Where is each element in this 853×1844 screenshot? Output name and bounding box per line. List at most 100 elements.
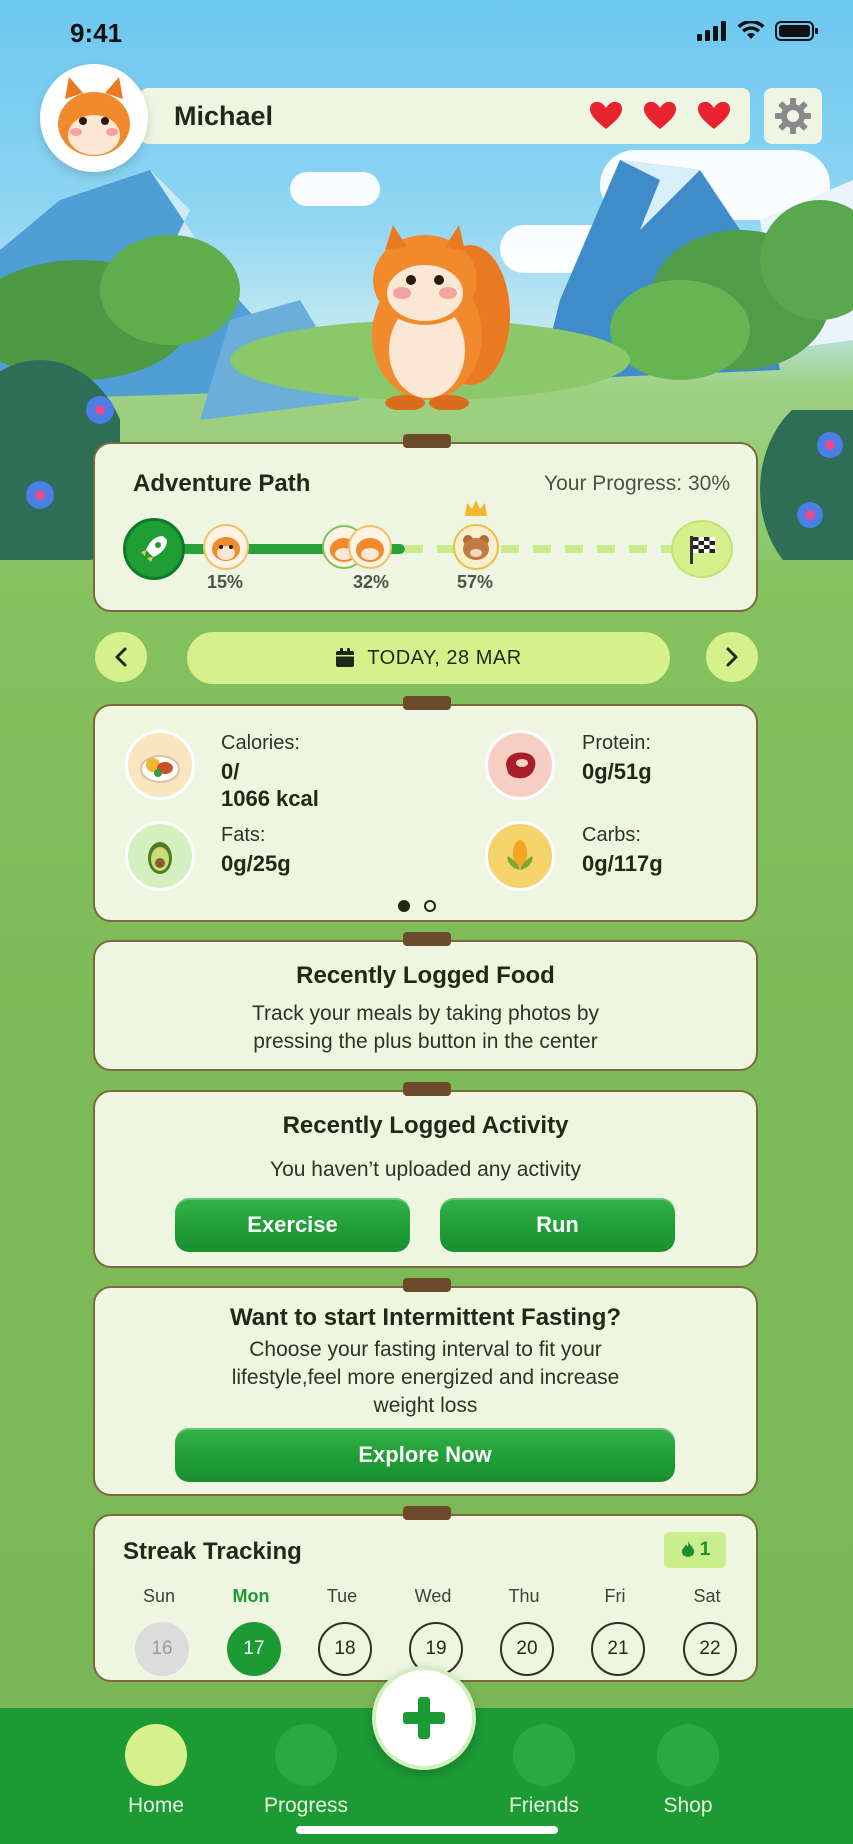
milestone-label-2: 32%: [353, 572, 390, 592]
exercise-button[interactable]: Exercise: [175, 1198, 410, 1252]
streak-day-future[interactable]: 18: [318, 1622, 372, 1676]
fasting-line3: weight loss: [373, 1394, 478, 1417]
run-button[interactable]: Run: [440, 1198, 675, 1252]
flame-icon: [681, 1541, 694, 1557]
date-selector[interactable]: TODAY, 28 MAR: [187, 632, 670, 684]
next-day-button[interactable]: [706, 632, 758, 682]
protein-value: 0g/51g: [582, 759, 652, 784]
nav-friends-label: Friends: [508, 1794, 580, 1817]
fasting-line1: Choose your fasting interval to fit your: [249, 1338, 602, 1361]
squirrel-mascot-icon: [372, 225, 510, 410]
protein-icon: [485, 730, 555, 800]
heart-icon: [698, 102, 730, 129]
date-label: TODAY, 28 MAR: [367, 646, 522, 669]
checkered-flag-icon: [690, 536, 715, 564]
milestone-node-3[interactable]: [453, 524, 499, 570]
heart-icon: [644, 102, 676, 129]
milestone-node-2[interactable]: [321, 524, 393, 570]
status-time: 9:41: [70, 18, 123, 48]
recent-activity-message: You haven’t uploaded any activity: [270, 1158, 581, 1181]
nav-shop[interactable]: Shop: [638, 1724, 738, 1818]
fasting-line2: lifestyle,feel more energized and increa…: [231, 1366, 620, 1389]
recent-activity-card[interactable]: Recently Logged Activity You haven’t upl…: [93, 1082, 758, 1268]
nutrition-summary-card[interactable]: Calories: 0/ 1066 kcal Protein: 0g/51g F…: [93, 696, 758, 922]
milestone-label-1: 15%: [207, 572, 244, 592]
shop-icon: [657, 1724, 719, 1786]
streak-day-active[interactable]: 17: [227, 1622, 281, 1676]
nav-home-label: Home: [127, 1794, 185, 1817]
calories-label: Calories:: [221, 732, 300, 754]
fasting-card[interactable]: Want to start Intermittent Fasting? Choo…: [93, 1278, 758, 1496]
streak-day-name: Sat: [693, 1586, 721, 1606]
streak-day-future[interactable]: 20: [500, 1622, 554, 1676]
streak-day-name: Mon: [232, 1586, 270, 1606]
avatar[interactable]: [40, 64, 148, 172]
squirrel-face-icon: [212, 537, 240, 561]
streak-title: Streak Tracking: [123, 1538, 302, 1565]
lives-indicator: [590, 102, 730, 130]
page-dot-inactive[interactable]: [424, 900, 436, 912]
card-tab: [403, 932, 451, 946]
plus-icon: [403, 1697, 445, 1739]
recent-food-line1: Track your meals by taking photos by: [251, 1002, 600, 1025]
adventure-path-title: Adventure Path: [133, 470, 311, 497]
path-start-node[interactable]: [123, 518, 185, 580]
settings-button[interactable]: [764, 88, 822, 144]
fats-value: 0g/25g: [221, 851, 291, 876]
explore-now-button[interactable]: Explore Now: [175, 1428, 675, 1482]
streak-day-name: Fri: [604, 1586, 626, 1606]
fasting-title: Want to start Intermittent Fasting?: [229, 1304, 622, 1331]
status-icons: [697, 20, 819, 42]
carbs-value: 0g/117g: [582, 851, 663, 876]
nav-home[interactable]: Home: [106, 1724, 206, 1818]
card-tab: [403, 1278, 451, 1292]
chevron-left-icon: [115, 647, 127, 667]
squirrel-avatar-icon: [45, 69, 143, 167]
bear-face-icon: [463, 535, 489, 560]
recent-food-title: Recently Logged Food: [296, 962, 555, 989]
profile-bar[interactable]: Michael: [140, 88, 750, 144]
card-tab: [403, 1082, 451, 1096]
protein-label: Protein:: [582, 732, 651, 754]
path-remaining-line: [405, 545, 705, 553]
milestone-node-1[interactable]: [203, 524, 249, 570]
nav-shop-label: Shop: [663, 1794, 713, 1817]
page-dot-active[interactable]: [398, 900, 410, 912]
recent-food-card[interactable]: Recently Logged Food Track your meals by…: [93, 932, 758, 1071]
squirrel-pair-icon: [322, 525, 392, 569]
streak-day-name: Wed: [414, 1586, 452, 1606]
home-icon: [125, 1724, 187, 1786]
crown-icon: [465, 500, 487, 516]
streak-day-future[interactable]: 21: [591, 1622, 645, 1676]
status-bar: 9:41: [0, 0, 853, 66]
path-finish-node[interactable]: [671, 520, 733, 578]
calories-value-line1: 0/: [221, 759, 240, 784]
carbs-label: Carbs:: [582, 824, 641, 846]
fats-label: Fats:: [221, 824, 266, 846]
streak-day-future[interactable]: 22: [683, 1622, 737, 1676]
calories-value-line2: 1066 kcal: [221, 786, 319, 811]
card-tab: [403, 434, 451, 448]
heart-icon: [590, 102, 622, 129]
add-food-button[interactable]: [372, 1666, 476, 1770]
gear-icon: [775, 98, 811, 134]
streak-day-name: Tue: [326, 1586, 358, 1606]
streak-day-past[interactable]: 16: [135, 1622, 189, 1676]
nav-progress-label: Progress: [263, 1794, 349, 1817]
card-tab: [403, 1506, 451, 1520]
streak-count: 1: [699, 1539, 711, 1560]
streak-tracking-card[interactable]: Streak Tracking 1 Sun 16 Mon 17 Tue 18 Wed 19 Th…: [93, 1506, 758, 1682]
rocket-icon: [141, 536, 167, 562]
signal-icon: [697, 21, 726, 41]
carbs-icon: [485, 821, 555, 891]
nav-friends[interactable]: Friends: [494, 1724, 594, 1818]
recent-food-line2: pressing the plus button in the center: [253, 1030, 598, 1053]
previous-day-button[interactable]: [95, 632, 147, 682]
streak-day-name: Sun: [142, 1586, 176, 1606]
wifi-icon: [737, 21, 765, 39]
recent-activity-title: Recently Logged Activity: [282, 1112, 569, 1139]
streak-count-badge: 1: [664, 1532, 726, 1568]
adventure-path-card[interactable]: Adventure Path Your Progress: 30% 15% 32…: [93, 434, 758, 612]
nav-progress[interactable]: Progress: [256, 1724, 356, 1818]
fats-icon: [125, 821, 195, 891]
